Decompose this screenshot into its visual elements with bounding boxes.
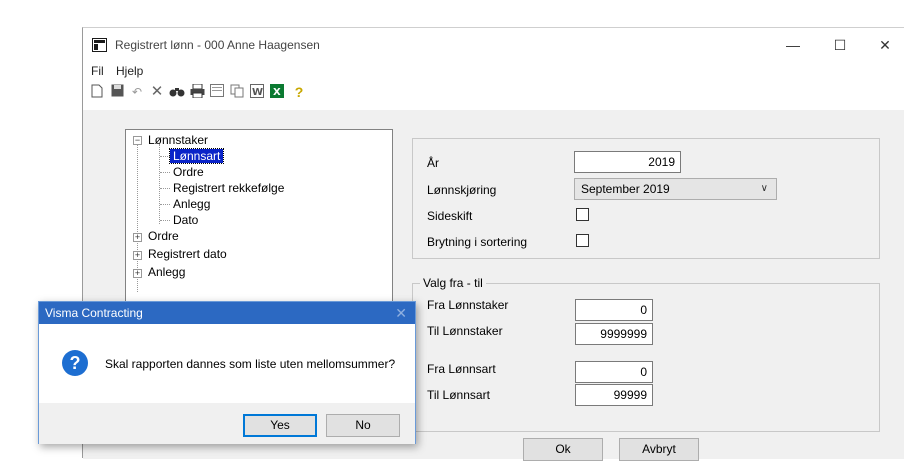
- find-icon[interactable]: [169, 84, 185, 100]
- page-break-label: Sideskift: [427, 209, 473, 223]
- payroll-run-select[interactable]: September 2019 ∨: [574, 178, 777, 200]
- from-employee-input[interactable]: 0: [575, 299, 653, 321]
- dialog-message: Skal rapporten dannes som liste uten mel…: [105, 357, 396, 371]
- delete-icon[interactable]: ✕: [149, 84, 165, 100]
- range-legend: Valg fra - til: [420, 276, 486, 290]
- close-button[interactable]: ✕: [865, 34, 904, 56]
- tree-item-dato[interactable]: Dato: [173, 212, 198, 228]
- from-employee-label: Fra Lønnstaker: [427, 298, 509, 312]
- tree-connector: [160, 220, 170, 221]
- menu-hjelp[interactable]: Hjelp: [116, 64, 143, 78]
- tree-item-anlegg-child[interactable]: Anlegg: [173, 196, 210, 212]
- tree-connector: [160, 188, 170, 189]
- break-sort-checkbox[interactable]: [576, 234, 589, 247]
- tree-item-ordre[interactable]: Ordre: [148, 228, 179, 244]
- to-employee-label: Til Lønnstaker: [427, 324, 503, 338]
- options-group: År 2019 Lønnskjøring September 2019 ∨ Si…: [412, 138, 880, 259]
- yes-button[interactable]: Yes: [243, 414, 317, 437]
- new-icon[interactable]: [89, 84, 105, 100]
- window-title: Registrert lønn - 000 Anne Haagensen: [115, 38, 320, 52]
- from-wage-label: Fra Lønnsart: [427, 362, 496, 376]
- desktop-background: [0, 0, 904, 18]
- expand-icon[interactable]: +: [133, 269, 142, 278]
- preview-icon[interactable]: [209, 84, 225, 100]
- excel-icon[interactable]: X: [269, 84, 285, 100]
- tree-item-selected-label: Lønnsart: [168, 148, 225, 164]
- svg-text:W: W: [252, 87, 263, 98]
- menu-fil[interactable]: Fil: [91, 64, 104, 78]
- save-icon[interactable]: [109, 84, 125, 100]
- range-group: Valg fra - til Fra Lønnstaker 0 Til Lønn…: [412, 276, 880, 432]
- break-sort-label: Brytning i sortering: [427, 235, 528, 249]
- to-wage-input[interactable]: 99999: [575, 384, 653, 406]
- tree-item-ordre-child[interactable]: Ordre: [173, 164, 204, 180]
- dialog-footer: Yes No: [39, 403, 415, 444]
- tree-connector: [160, 204, 170, 205]
- undo-icon[interactable]: ↶: [129, 84, 145, 100]
- word-icon[interactable]: W: [249, 84, 265, 100]
- tree-item-anlegg[interactable]: Anlegg: [148, 264, 185, 280]
- from-wage-input[interactable]: 0: [575, 361, 653, 383]
- payroll-run-label: Lønnskjøring: [427, 183, 497, 197]
- dialog-title: Visma Contracting: [45, 306, 143, 320]
- dialog-title-bar[interactable]: Visma Contracting ✕: [39, 302, 415, 324]
- expand-icon[interactable]: +: [133, 233, 142, 242]
- help-icon[interactable]: ?: [291, 84, 307, 100]
- expand-icon[interactable]: +: [133, 251, 142, 260]
- tree-item-registrert-rekkefolge[interactable]: Registrert rekkefølge: [173, 180, 284, 196]
- to-wage-label: Til Lønnsart: [427, 388, 490, 402]
- minimize-button[interactable]: —: [773, 34, 813, 56]
- toolbar: ↶ ✕ W X ?: [87, 82, 487, 104]
- no-button[interactable]: No: [326, 414, 400, 437]
- year-label: År: [427, 156, 439, 170]
- chevron-down-icon: ∨: [760, 183, 768, 194]
- payroll-run-value: September 2019: [581, 182, 670, 196]
- menu-bar: Fil Hjelp: [83, 62, 904, 80]
- dialog-close-button[interactable]: ✕: [395, 302, 407, 324]
- maximize-button[interactable]: ☐: [820, 34, 860, 56]
- collapse-icon[interactable]: −: [133, 136, 142, 145]
- svg-text:X: X: [273, 87, 281, 98]
- tree-connector: [160, 156, 170, 157]
- tree-item-registrert-dato[interactable]: Registrert dato: [148, 246, 227, 262]
- copy-icon[interactable]: [229, 84, 245, 100]
- tree-connector: [160, 172, 170, 173]
- title-bar[interactable]: Registrert lønn - 000 Anne Haagensen — ☐…: [83, 28, 904, 62]
- tree-item-lonnsart[interactable]: Lønnsart: [168, 148, 225, 164]
- confirm-dialog: Visma Contracting ✕ ? Skal rapporten dan…: [38, 301, 416, 444]
- print-icon[interactable]: [189, 83, 205, 100]
- sort-tree[interactable]: − Lønnstaker Lønnsart Ordre Registrert r…: [125, 129, 393, 329]
- question-icon: ?: [62, 350, 88, 376]
- to-employee-input[interactable]: 9999999: [575, 323, 653, 345]
- tree-item-lonnstaker[interactable]: Lønnstaker: [148, 132, 208, 148]
- year-input[interactable]: 2019: [574, 151, 681, 173]
- app-icon: [92, 38, 107, 52]
- page-break-checkbox[interactable]: [576, 208, 589, 221]
